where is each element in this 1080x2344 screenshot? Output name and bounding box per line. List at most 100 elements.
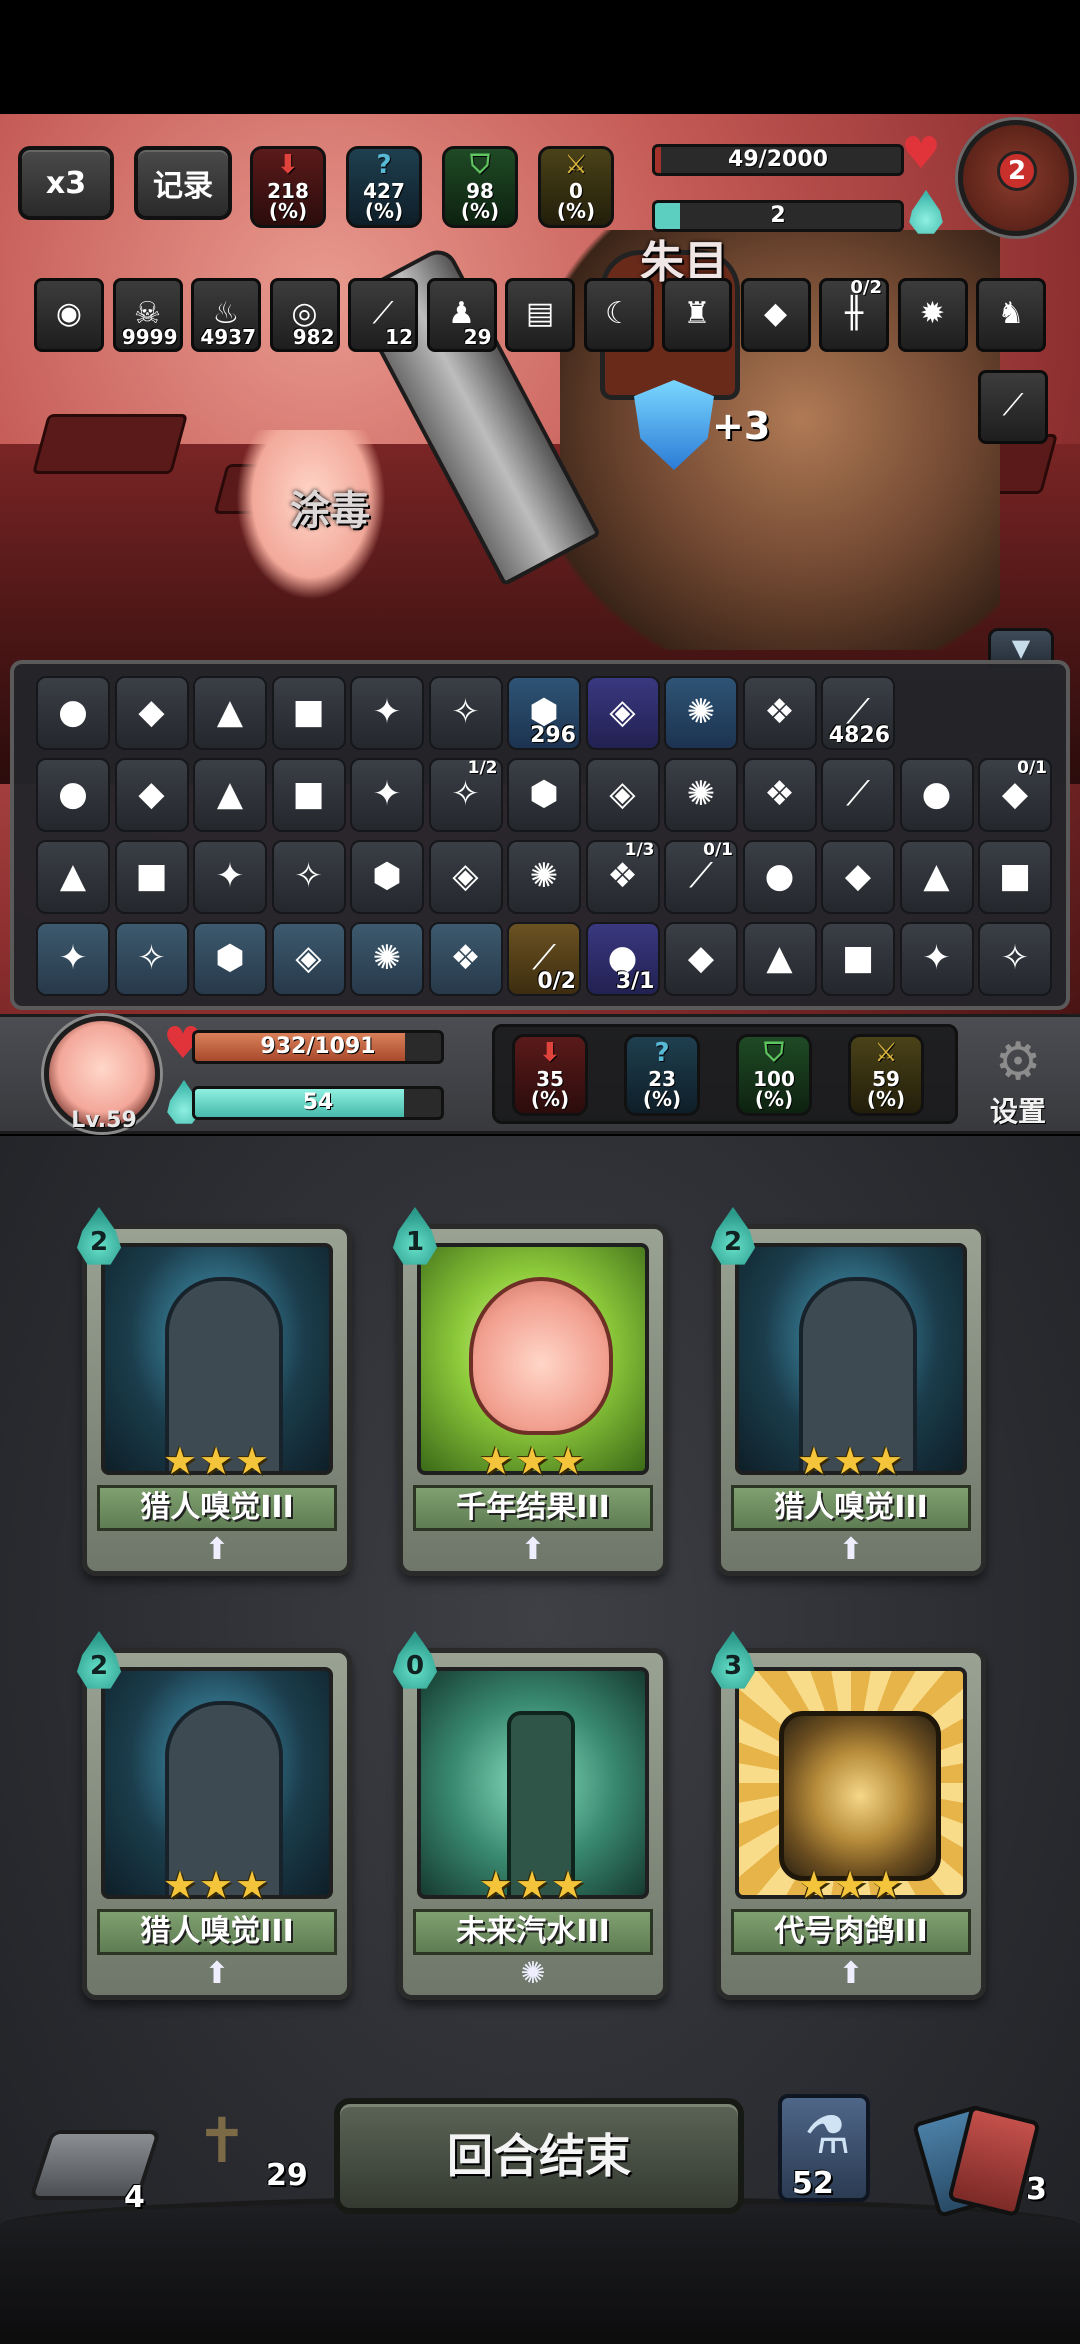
enemy-buff[interactable]: ◆ <box>740 278 811 352</box>
enemy-buff-count: 982 <box>292 325 335 349</box>
relic-slot[interactable]: ■ <box>114 840 189 914</box>
relic-slot[interactable]: ● <box>899 758 974 832</box>
enemy-portrait[interactable]: 2 <box>958 120 1074 236</box>
relic-slot[interactable]: ▲ <box>193 676 267 750</box>
relic-slot[interactable]: ◆ 0/1 <box>978 758 1052 832</box>
relic-slot[interactable]: ◈ <box>585 758 660 832</box>
relic-slot[interactable]: ⟋ 0/1 <box>664 840 738 914</box>
attack-down-icon: ⬇ <box>277 150 299 180</box>
enemy-buff[interactable]: ♟ 29 <box>426 278 497 352</box>
end-turn-button[interactable]: 回合结束 <box>334 2098 744 2214</box>
enemy-buff[interactable]: ☾ <box>583 278 654 352</box>
settings-button[interactable]: ⚙ 设置 <box>978 1034 1058 1128</box>
enemy-buff[interactable]: ╫ 0/2 <box>819 277 889 352</box>
enemy-buff[interactable]: ♨ 4937 <box>191 278 261 352</box>
relic-slot[interactable]: ✦ <box>899 922 974 996</box>
hand-card[interactable]: 2 ★★★ 猎人嗅觉III ⬆ <box>76 1631 352 2000</box>
dagger-icon: ● <box>764 856 795 897</box>
enemy-buff[interactable]: ⟋ <box>978 370 1048 444</box>
player-stat-badge[interactable]: ⛉ 100 (%) <box>736 1034 812 1116</box>
relic-slot[interactable]: ❖ <box>428 922 503 996</box>
enemy-buff[interactable]: ◉ <box>34 278 104 352</box>
enemy-stat-badge[interactable]: ⛉ 98 (%) <box>442 146 518 228</box>
enemy-stat-badge[interactable]: ⬇ 218 (%) <box>250 146 326 228</box>
speed-button[interactable]: x3 <box>18 146 114 220</box>
player-stat-badge[interactable]: ⬇ 35 (%) <box>512 1034 588 1116</box>
potion-pile[interactable]: ⚗ 52 <box>778 2094 870 2202</box>
relic-slot[interactable]: ⟋ <box>821 758 895 832</box>
player-stat-badge[interactable]: ? 23 (%) <box>624 1034 700 1116</box>
relic-slot[interactable]: ▲ <box>193 758 267 832</box>
hand-card[interactable]: 3 ★★★ 代号肉鸽III ⬆ <box>710 1631 986 2000</box>
enemy-buff[interactable]: ▤ <box>505 278 575 352</box>
enemy-stat-value: 0 <box>569 179 583 203</box>
relic-slot[interactable]: ■ <box>271 676 346 750</box>
enemy-buff[interactable]: ⟋ 12 <box>348 278 418 352</box>
card-name: 猎人嗅觉III <box>731 1485 971 1531</box>
heart-icon: ♥ <box>901 128 941 179</box>
spellbook-icon: ❖ <box>607 856 638 897</box>
grave-pile[interactable]: ✝ 29 <box>196 2104 308 2214</box>
enemy-stat-value: 98 <box>466 179 494 203</box>
enemy-buff[interactable]: ◎ 982 <box>269 278 340 352</box>
relic-slot[interactable]: ● <box>742 840 817 914</box>
relic-slot[interactable]: ✧ <box>978 922 1052 996</box>
discard-pile[interactable]: 3 <box>911 2103 1047 2219</box>
relic-slot[interactable]: ▲ <box>899 840 974 914</box>
relic-slot[interactable]: ■ <box>821 922 895 996</box>
relic-slot[interactable]: ◆ <box>114 758 189 832</box>
relic-slot[interactable]: ▲ <box>742 922 817 996</box>
relic-slot[interactable]: ■ <box>978 840 1052 914</box>
relic-slot[interactable]: ⬢ <box>350 840 424 914</box>
relic-slot[interactable]: ● <box>36 758 110 832</box>
hand-card[interactable]: 1 ★★★ 千年结果III ⬆ <box>392 1207 668 1576</box>
enemy-buff[interactable]: ♞ <box>976 278 1046 352</box>
card-name: 猎人嗅觉III <box>97 1485 337 1531</box>
horn-icon: ✺ <box>529 856 559 897</box>
enemy-stat-badge[interactable]: ? 427 (%) <box>346 146 422 228</box>
relic-count: 3/1 <box>615 969 655 994</box>
relic-slot[interactable]: ◆ <box>821 840 895 914</box>
enemy-stat-badge[interactable]: ⚔ 0 (%) <box>538 146 614 228</box>
enemy-buff[interactable]: ✹ <box>897 278 968 352</box>
relic-slot[interactable]: ✧ <box>114 922 189 996</box>
relic-slot[interactable]: ✧ <box>428 676 503 750</box>
relic-slot[interactable]: ◆ <box>664 922 738 996</box>
relic-slot[interactable]: ✦ <box>193 840 267 914</box>
relic-slot[interactable]: ⬢ <box>507 758 581 832</box>
relic-slot[interactable]: ⬢ 296 <box>507 676 581 750</box>
relic-slot[interactable]: ⟋ 4826 <box>821 676 895 750</box>
relic-slot[interactable]: ● <box>36 676 110 750</box>
relic-slot[interactable]: ● 3/1 <box>585 922 660 996</box>
relic-slot[interactable]: ✦ <box>36 922 110 996</box>
relic-slot[interactable]: ▲ <box>36 840 110 914</box>
relic-slot[interactable]: ◈ <box>271 922 346 996</box>
relic-slot[interactable]: ✺ <box>507 840 581 914</box>
relic-slot[interactable]: ◈ <box>585 676 660 750</box>
relic-slot[interactable]: ✺ <box>350 922 424 996</box>
relic-slot[interactable]: ✦ <box>350 758 424 832</box>
enemy-stat-unit: (%) <box>268 199 308 223</box>
relic-slot[interactable]: ✺ <box>664 676 738 750</box>
enemy-buff[interactable]: ☠ 9999 <box>112 278 183 352</box>
relic-slot[interactable]: ◈ <box>428 840 503 914</box>
hand-card[interactable]: 2 ★★★ 猎人嗅觉III ⬆ <box>710 1207 986 1576</box>
hand-card[interactable]: 0 ★★★ 未来汽水III ✺ <box>392 1631 668 2000</box>
hand-card[interactable]: 2 ★★★ 猎人嗅觉III ⬆ <box>76 1207 352 1576</box>
player-stat-badge[interactable]: ⚔ 59 (%) <box>848 1034 924 1116</box>
enemy-buff[interactable]: ♜ <box>662 278 732 352</box>
relic-slot[interactable]: ■ <box>271 758 346 832</box>
sunglasses-icon: ✧ <box>294 856 323 897</box>
relic-slot[interactable]: ❖ <box>742 758 817 832</box>
relic-slot[interactable]: ◆ <box>114 676 189 750</box>
relic-slot[interactable]: ⟋ 0/2 <box>507 922 581 996</box>
relic-slot[interactable]: ❖ 1/3 <box>585 840 660 914</box>
relic-slot[interactable]: ✺ <box>664 758 738 832</box>
relic-slot[interactable]: ❖ <box>742 676 817 750</box>
relic-slot[interactable]: ✦ <box>350 676 424 750</box>
record-button[interactable]: 记录 <box>134 146 232 220</box>
relic-slot[interactable]: ⬢ <box>193 922 267 996</box>
card-cost: 2 <box>89 1227 109 1257</box>
relic-slot[interactable]: ✧ 1/2 <box>428 758 503 832</box>
relic-slot[interactable]: ✧ <box>271 840 346 914</box>
